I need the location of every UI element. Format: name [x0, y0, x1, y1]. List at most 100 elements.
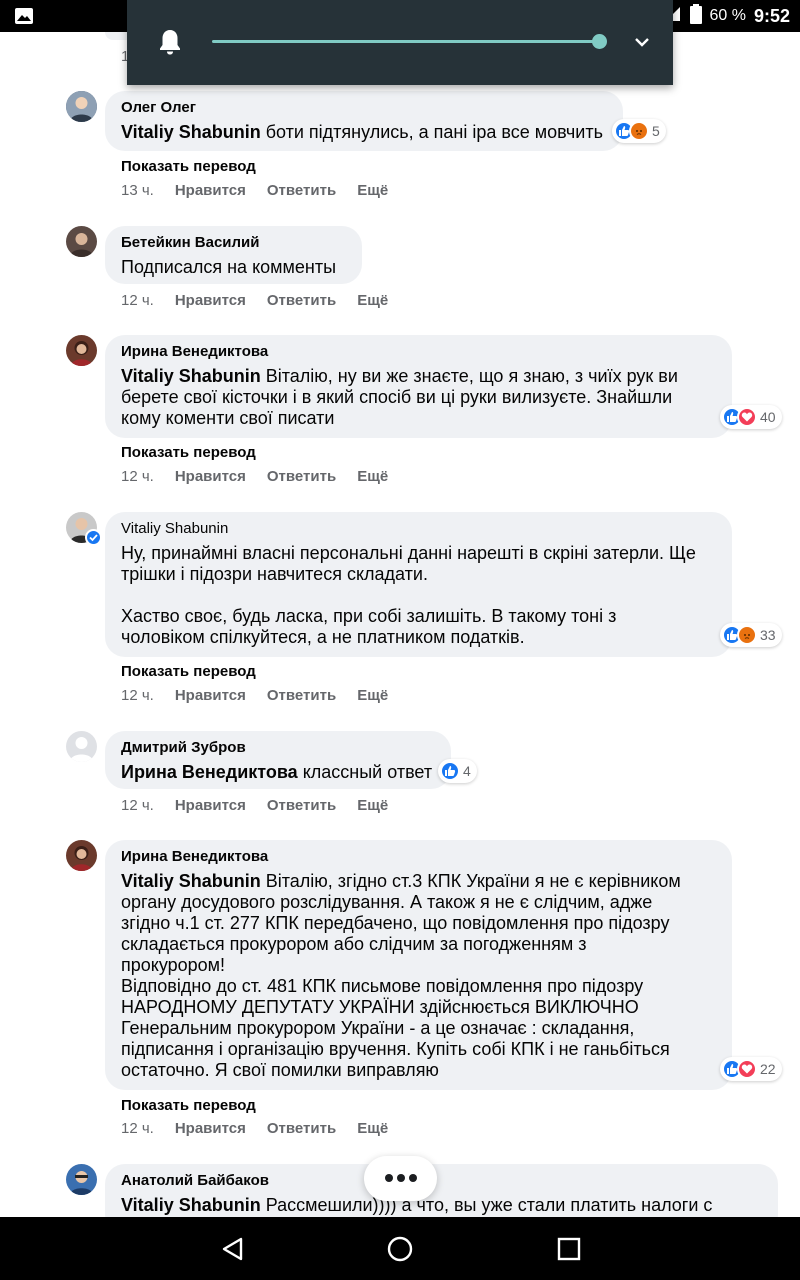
battery-percent: 60 % [709, 7, 746, 24]
reply-button[interactable]: Ответить [267, 687, 336, 704]
volume-slider-handle[interactable] [592, 34, 607, 49]
avatar[interactable] [66, 91, 97, 122]
comment-bubble[interactable]: Ирина Венедиктова Vitaliy Shabunin Вітал… [105, 335, 732, 438]
like-button[interactable]: Нравится [175, 687, 246, 704]
comments-list[interactable]: 1 Олег Олег Vitaliy Shabunin боти підтян… [0, 32, 800, 1217]
angry-reaction-icon [629, 121, 649, 141]
back-icon[interactable] [219, 1235, 247, 1263]
comment-author[interactable]: Анатолий Байбаков [121, 1172, 762, 1190]
reaction-summary[interactable]: 22 [720, 1057, 782, 1081]
comment-mention[interactable]: Vitaliy Shabunin [121, 1195, 261, 1215]
reaction-count: 22 [760, 1061, 776, 1077]
home-icon[interactable] [386, 1235, 414, 1263]
like-button[interactable]: Нравится [175, 182, 246, 199]
comment-time[interactable]: 12 ч. [121, 1120, 154, 1137]
show-translation-link[interactable]: Показать перевод [121, 158, 256, 175]
like-button[interactable]: Нравится [175, 1120, 246, 1137]
comment-text-line: підписання і організацію вручення. Купіт… [121, 1039, 670, 1059]
more-button[interactable]: Ещё [357, 687, 388, 704]
image-notification-icon [14, 7, 34, 25]
comment-text-line: Віталію, ну ви же знаєте, що я знаю, з ч… [260, 366, 678, 386]
battery-icon [689, 3, 702, 29]
navigation-bar [0, 1217, 800, 1280]
comment-text: Рассмешили)))) а что, вы уже стали плати… [260, 1195, 713, 1215]
comment-bubble[interactable]: Дмитрий Зубров Ирина Венедиктова классны… [105, 731, 451, 789]
comment-text-line: Відповідно до ст. 481 КПК письмове повід… [121, 976, 644, 996]
comment-text-line: остаточно. Я свої помилки виправляю [121, 1060, 439, 1080]
avatar[interactable] [66, 840, 97, 871]
reaction-summary[interactable]: 5 [612, 119, 666, 143]
show-translation-link[interactable]: Показать перевод [121, 663, 256, 680]
like-button[interactable]: Нравится [175, 797, 246, 814]
avatar[interactable] [66, 335, 97, 366]
comment-bubble[interactable]: Олег Олег Vitaliy Shabunin боти підтянул… [105, 91, 623, 151]
like-reaction-icon [440, 761, 460, 781]
comment-mention[interactable]: Vitaliy Shabunin [121, 366, 261, 386]
comment-text-line: згідно ч.1 ст. 277 КПК передбачено, що п… [121, 913, 670, 933]
comment-mention[interactable]: Ирина Венедиктова [121, 762, 298, 782]
comment-time[interactable]: 12 ч. [121, 797, 154, 814]
reaction-summary[interactable]: 4 [438, 759, 477, 783]
comment-bubble[interactable]: Бетейкин Василий Подписался на комменты [105, 226, 362, 284]
comment-mention[interactable]: Vitaliy Shabunin [121, 871, 261, 891]
love-reaction-icon [737, 407, 757, 427]
angry-reaction-icon [737, 625, 757, 645]
show-translation-link[interactable]: Показать перевод [121, 444, 256, 461]
verified-badge-icon [85, 529, 102, 546]
comment-mention[interactable]: Vitaliy Shabunin [121, 122, 261, 142]
reaction-count: 33 [760, 627, 776, 643]
comment-text-line: берете свої кісточки і в який спосіб ви … [121, 387, 673, 407]
comment-text-line: чоловіком спілкуйтеся, а не платником по… [121, 627, 525, 647]
reply-button[interactable]: Ответить [267, 182, 336, 199]
more-options-button[interactable] [364, 1156, 437, 1201]
ellipsis-icon [384, 1170, 418, 1188]
reaction-summary[interactable]: 40 [720, 405, 782, 429]
like-button[interactable]: Нравится [175, 292, 246, 309]
comment-text: Подписался на комменты [121, 257, 337, 277]
comment-time[interactable]: 12 ч. [121, 292, 154, 309]
comment-author[interactable]: Олег Олег [121, 99, 607, 117]
reaction-count: 5 [652, 123, 660, 139]
comment-time[interactable]: 12 ч. [121, 468, 154, 485]
avatar[interactable] [66, 226, 97, 257]
reply-button[interactable]: Ответить [267, 1120, 336, 1137]
more-button[interactable]: Ещё [357, 797, 388, 814]
recents-icon[interactable] [555, 1235, 583, 1263]
comment-time[interactable]: 12 ч. [121, 687, 154, 704]
volume-slider-track[interactable] [212, 40, 600, 43]
comment-bubble[interactable]: Ирина Венедиктова Vitaliy Shabunin Вітал… [105, 840, 732, 1090]
reply-button[interactable]: Ответить [267, 468, 336, 485]
comment-author[interactable]: Ирина Венедиктова [121, 343, 716, 361]
comment-text-line: кому коменти свої писати [121, 408, 335, 428]
comment-time[interactable]: 13 ч. [121, 182, 154, 199]
comment-text-line: Хаство своє, будь ласка, при собі залиші… [121, 606, 617, 626]
comment-text-line: Генеральним прокурором України - а це оз… [121, 1018, 635, 1038]
avatar[interactable] [66, 1164, 97, 1195]
comment-bubble[interactable]: Vitaliy Shabunin Ну, принаймні власні пе… [105, 512, 732, 657]
like-button[interactable]: Нравится [175, 468, 246, 485]
reply-button[interactable]: Ответить [267, 292, 336, 309]
comment-actions: 12 ч. Нравится Ответить Ещё [121, 687, 409, 704]
reaction-count: 4 [463, 763, 471, 779]
bell-icon[interactable] [157, 28, 183, 56]
comment-actions: 12 ч. Нравится Ответить Ещё [121, 468, 409, 485]
comment-bubble[interactable]: Анатолий Байбаков Vitaliy Shabunin Рассм… [105, 1164, 778, 1217]
reaction-summary[interactable]: 33 [720, 623, 782, 647]
avatar[interactable] [66, 512, 102, 546]
comment-author[interactable]: Бетейкин Василий [121, 234, 346, 252]
chevron-down-icon[interactable] [632, 32, 652, 52]
comment-text-line: прокурором! [121, 955, 226, 975]
reply-button[interactable]: Ответить [267, 797, 336, 814]
love-reaction-icon [737, 1059, 757, 1079]
comment-author[interactable]: Vitaliy Shabunin [121, 520, 716, 538]
avatar[interactable] [66, 731, 97, 762]
more-button[interactable]: Ещё [357, 1120, 388, 1137]
show-translation-link[interactable]: Показать перевод [121, 1097, 256, 1114]
comment-author[interactable]: Ирина Венедиктова [121, 848, 716, 866]
more-button[interactable]: Ещё [357, 292, 388, 309]
comment-author[interactable]: Дмитрий Зубров [121, 739, 435, 757]
more-button[interactable]: Ещё [357, 182, 388, 199]
comment-text-line: органу досудового розслідування. А також… [121, 892, 653, 912]
more-button[interactable]: Ещё [357, 468, 388, 485]
comment-text-line: складається прокурором або слідчим за по… [121, 934, 587, 954]
